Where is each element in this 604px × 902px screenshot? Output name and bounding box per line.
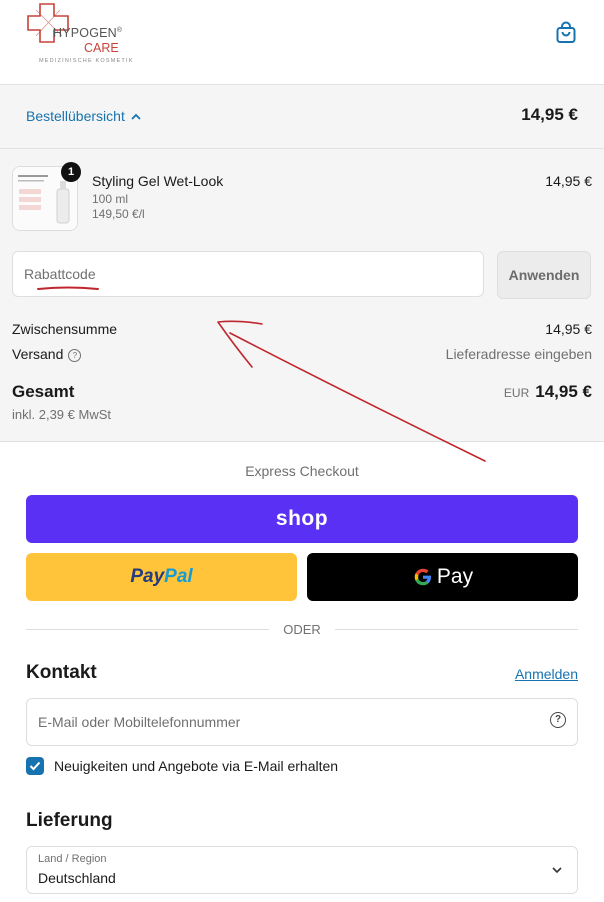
- site-header: HYPOGEN® CARE MEDIZINISCHE KOSMETIK: [0, 0, 604, 85]
- or-divider: ODER: [26, 622, 578, 637]
- shipping-value: Lieferadresse eingeben: [445, 346, 592, 362]
- discount-code-input[interactable]: [12, 251, 484, 297]
- product-unit-price: 149,50 €/l: [92, 207, 145, 221]
- shopping-bag-icon[interactable]: [554, 21, 578, 45]
- order-summary-toggle[interactable]: Bestellübersicht: [26, 108, 141, 124]
- newsletter-label[interactable]: Neuigkeiten und Angebote via E-Mail erha…: [54, 758, 338, 774]
- country-select[interactable]: Land / Region Deutschland: [26, 846, 578, 894]
- country-select-value: Deutschland: [38, 870, 116, 886]
- shop-pay-button[interactable]: shop: [26, 495, 578, 543]
- subtotal-value: 14,95 €: [545, 321, 592, 337]
- paypal-wordmark-part1: Pay: [130, 566, 165, 587]
- brand-logo[interactable]: HYPOGEN® CARE MEDIZINISCHE KOSMETIK: [26, 2, 136, 66]
- shipping-label: Versand: [12, 346, 64, 362]
- product-volume: 100 ml: [92, 192, 129, 206]
- email-field[interactable]: [26, 698, 578, 746]
- express-checkout-label: Express Checkout: [245, 463, 359, 479]
- shipping-label-wrap: Versand?: [12, 346, 82, 362]
- shipping-row: Versand? Lieferadresse eingeben: [12, 346, 592, 362]
- paypal-button[interactable]: PayPal: [26, 553, 297, 601]
- total-amount: 14,95 €: [535, 382, 592, 401]
- contact-heading: Kontakt: [26, 662, 97, 683]
- order-summary-bar: Bestellübersicht 14,95 €: [0, 85, 604, 149]
- google-pay-button[interactable]: Pay: [307, 553, 578, 601]
- chevron-down-icon: [552, 867, 562, 874]
- subtotal-label: Zwischensumme: [12, 321, 118, 337]
- country-select-label: Land / Region: [38, 853, 107, 865]
- total-label: Gesamt: [12, 382, 75, 401]
- order-summary-label: Bestellübersicht: [26, 108, 125, 124]
- divider-line-left: [26, 629, 270, 630]
- or-label: ODER: [283, 622, 321, 637]
- product-price: 14,95 €: [545, 173, 592, 189]
- help-circle-icon[interactable]: ?: [550, 712, 566, 728]
- google-pay-label: Pay: [436, 565, 474, 588]
- checkmark-icon: [29, 761, 41, 771]
- delivery-heading: Lieferung: [26, 810, 113, 831]
- brand-name-care: CARE: [84, 41, 119, 55]
- paypal-wordmark-part2: Pal: [164, 566, 193, 587]
- newsletter-checkbox[interactable]: [26, 757, 44, 775]
- login-link[interactable]: Anmelden: [515, 666, 578, 682]
- order-summary-panel: 1 Styling Gel Wet-Look 100 ml 149,50 €/l…: [0, 149, 604, 442]
- subtotal-row: Zwischensumme 14,95 €: [12, 321, 592, 337]
- brand-tagline: MEDIZINISCHE KOSMETIK: [39, 58, 134, 64]
- total-value-group: EUR 14,95 €: [504, 382, 592, 402]
- brand-name: HYPOGEN®: [53, 26, 123, 40]
- currency-code: EUR: [503, 386, 530, 400]
- apply-discount-button[interactable]: Anwenden: [497, 251, 591, 299]
- chevron-up-icon: [131, 113, 141, 120]
- tax-note: inkl. 2,39 € MwSt: [12, 407, 111, 422]
- product-name: Styling Gel Wet-Look: [92, 173, 224, 189]
- order-summary-total: 14,95 €: [521, 105, 578, 124]
- divider-line-right: [334, 629, 578, 630]
- quantity-badge: 1: [61, 162, 81, 182]
- help-circle-icon[interactable]: ?: [68, 349, 82, 362]
- google-g-icon: [414, 568, 431, 586]
